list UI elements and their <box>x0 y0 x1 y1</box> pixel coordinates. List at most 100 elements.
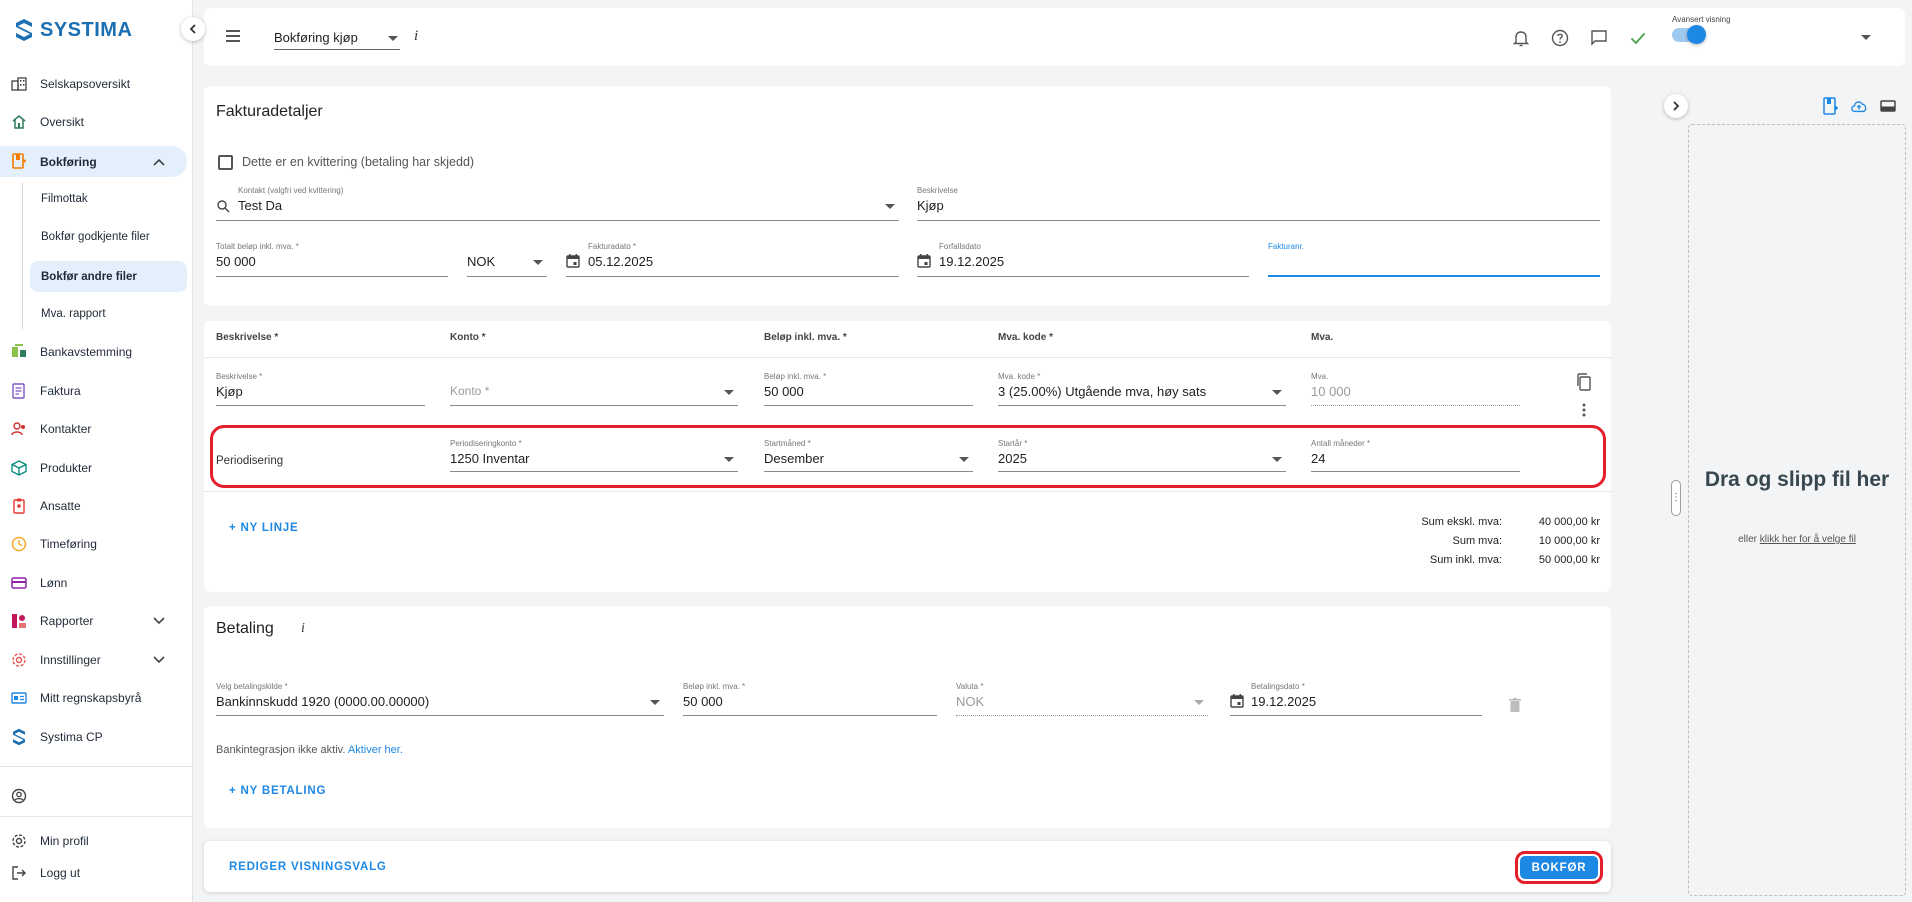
description-field[interactable]: Beskrivelse Kjøp <box>917 186 1600 221</box>
gear-icon <box>11 833 27 849</box>
systima-logo[interactable]: SYSTIMA <box>14 18 132 42</box>
calendar-icon[interactable] <box>566 254 580 268</box>
sidebar-item-faktura[interactable]: Faktura <box>0 376 187 406</box>
payment-date-label: Betalingsdato * <box>1251 682 1305 691</box>
sidebar-item-lonn[interactable]: Lønn <box>0 568 187 598</box>
sidebar-subitem-bokfor-godkjente[interactable]: Bokfør godkjente filer <box>30 222 187 252</box>
chevron-down-icon[interactable] <box>153 614 165 628</box>
currency-value: NOK <box>467 254 496 269</box>
sidebar-item-rapporter[interactable]: Rapporter <box>0 606 187 636</box>
sidebar-item-systima-cp[interactable]: Systima CP <box>0 722 187 752</box>
info-icon[interactable]: i <box>301 621 305 637</box>
bank-integration-notice: Bankintegrasjon ikke aktiv. Aktiver her. <box>216 744 403 756</box>
check-icon[interactable] <box>1628 28 1648 48</box>
bokfor-button[interactable]: BOKFØR <box>1520 856 1598 879</box>
info-icon[interactable]: i <box>414 28 418 45</box>
sidebar-item-label: Innstillinger <box>40 653 101 667</box>
sidebar-item-label: Mitt regnskapsbyrå <box>40 691 142 705</box>
sidebar-item-timeforing[interactable]: Timeføring <box>0 529 187 559</box>
sum-incl-vat-label: Sum inkl. mva: <box>1429 554 1502 566</box>
choose-file-link[interactable]: klikk her for å velge fil <box>1760 534 1856 545</box>
advanced-view-toggle[interactable] <box>1672 25 1706 44</box>
dropdown-arrow-icon <box>885 204 895 209</box>
right-panel-toggle-button[interactable] <box>1664 94 1688 118</box>
due-date-field[interactable]: Forfallsdato 19.12.2025 <box>917 242 1249 277</box>
edit-view-options-button[interactable]: REDIGER VISNINGSVALG <box>229 861 387 873</box>
sidebar-item-ansatte[interactable]: Ansatte <box>0 491 187 521</box>
chevron-up-icon[interactable] <box>153 155 165 169</box>
chevron-down-icon[interactable] <box>153 653 165 667</box>
payment-date-field[interactable]: Betalingsdato * 19.12.2025 <box>1230 682 1482 716</box>
payment-amount-field[interactable]: Beløp inkl. mva. * 50 000 <box>683 682 937 716</box>
invoice-date-field[interactable]: Fakturadato * 05.12.2025 <box>566 242 899 277</box>
toggle-knob <box>1687 25 1706 44</box>
new-line-button[interactable]: + NY LINJE <box>229 522 298 534</box>
line-account-select[interactable]: Konto * <box>450 372 738 406</box>
resize-handle[interactable]: ⋮ <box>1671 480 1681 516</box>
products-icon <box>11 460 27 476</box>
bell-icon[interactable] <box>1511 28 1531 48</box>
receipt-checkbox[interactable] <box>218 155 233 170</box>
line-amount-field[interactable]: Beløp inkl. mva. * 50 000 <box>764 372 973 406</box>
sidebar-item-min-profil[interactable]: Min profil <box>0 826 187 856</box>
field-underline <box>450 471 738 472</box>
sidebar-collapse-button[interactable] <box>181 17 205 41</box>
chat-icon[interactable] <box>1589 28 1609 48</box>
drop-zone-subtitle: eller klikk her for å velge fil <box>1688 534 1906 545</box>
copy-icon[interactable] <box>1576 373 1592 394</box>
line-description-field[interactable]: Beskrivelse * Kjøp <box>216 372 425 406</box>
menu-icon[interactable] <box>226 30 240 42</box>
invoice-number-label: Fakturanr. <box>1268 242 1305 251</box>
field-underline <box>917 220 1600 221</box>
column-header-description: Beskrivelse * <box>216 332 279 343</box>
accrual-start-year-select[interactable]: Startår * 2025 <box>998 439 1286 472</box>
total-amount-field[interactable]: Totalt beløp inkl. mva. * 50 000 <box>216 242 448 277</box>
chevron-down-icon[interactable] <box>1861 35 1871 40</box>
accrual-account-select[interactable]: Periodiseringkonto * 1250 Inventar <box>450 439 738 472</box>
accrual-months-value: 24 <box>1311 451 1326 466</box>
view-type-select[interactable]: Bokføring kjøp <box>274 26 400 50</box>
cloud-upload-icon[interactable] <box>1850 97 1868 115</box>
sidebar-subitem-bokfor-andre[interactable]: Bokfør andre filer <box>30 261 187 292</box>
footer-bar <box>204 841 1611 892</box>
dropdown-arrow-icon <box>1272 390 1282 395</box>
invoice-icon <box>11 383 27 399</box>
help-icon[interactable] <box>1550 28 1570 48</box>
new-payment-button[interactable]: + NY BETALING <box>229 785 326 797</box>
sidebar-item-kontakter[interactable]: Kontakter <box>0 414 187 444</box>
sidebar-item-label: Min profil <box>40 834 89 848</box>
sidebar-subitem-label: Filmottak <box>41 193 88 205</box>
currency-select[interactable]: NOK <box>467 242 547 277</box>
logout-icon <box>11 865 27 881</box>
bank-reconciliation-icon <box>11 344 27 360</box>
accrual-start-month-select[interactable]: Startmåned * Desember <box>764 439 973 472</box>
sidebar-subitem-mva-rapport[interactable]: Mva. rapport <box>30 299 187 329</box>
invoice-number-field[interactable]: Fakturanr. <box>1268 242 1600 277</box>
line-description-label: Beskrivelse * <box>216 372 263 381</box>
sidebar-item-selskapsoversikt[interactable]: Selskapsoversikt <box>0 69 187 99</box>
accrual-months-field[interactable]: Antall måneder * 24 <box>1311 439 1520 472</box>
sidebar-item-logg-ut[interactable]: Logg ut <box>0 858 187 888</box>
activate-bank-link[interactable]: Aktiver her. <box>348 744 403 756</box>
sidebar-item-innstillinger[interactable]: Innstillinger <box>0 645 187 675</box>
account-circle-button[interactable] <box>0 781 187 811</box>
contact-field[interactable]: Kontakt (valgfri ved kvittering) Test Da <box>216 186 899 221</box>
sidebar-item-mitt-regnskapsbyra[interactable]: Mitt regnskapsbyrå <box>0 683 187 713</box>
calendar-icon[interactable] <box>1230 694 1244 708</box>
sidebar-item-oversikt[interactable]: Oversikt <box>0 107 187 137</box>
trash-icon[interactable] <box>1509 698 1521 715</box>
sidebar-subitem-filmottak[interactable]: Filmottak <box>30 184 187 214</box>
field-underline <box>917 276 1249 277</box>
file-drop-zone[interactable] <box>1688 124 1906 896</box>
sidebar-item-bankavstemming[interactable]: Bankavstemming <box>0 337 187 367</box>
line-vat-code-select[interactable]: Mva. kode * 3 (25.00%) Utgående mva, høy… <box>998 372 1286 406</box>
sidebar-item-bokforing[interactable]: Bokføring <box>0 146 187 177</box>
sidebar-item-produkter[interactable]: Produkter <box>0 453 187 483</box>
calendar-icon[interactable] <box>917 254 931 268</box>
more-vertical-icon[interactable] <box>1582 403 1586 420</box>
panel-layout-icon[interactable] <box>1879 97 1897 115</box>
add-document-icon[interactable] <box>1822 97 1840 115</box>
payment-source-select[interactable]: Velg betalingskilde * Bankinnskudd 1920 … <box>216 682 664 716</box>
sum-vat-label: Sum mva: <box>1452 535 1502 547</box>
sidebar-item-label: Kontakter <box>40 422 92 436</box>
